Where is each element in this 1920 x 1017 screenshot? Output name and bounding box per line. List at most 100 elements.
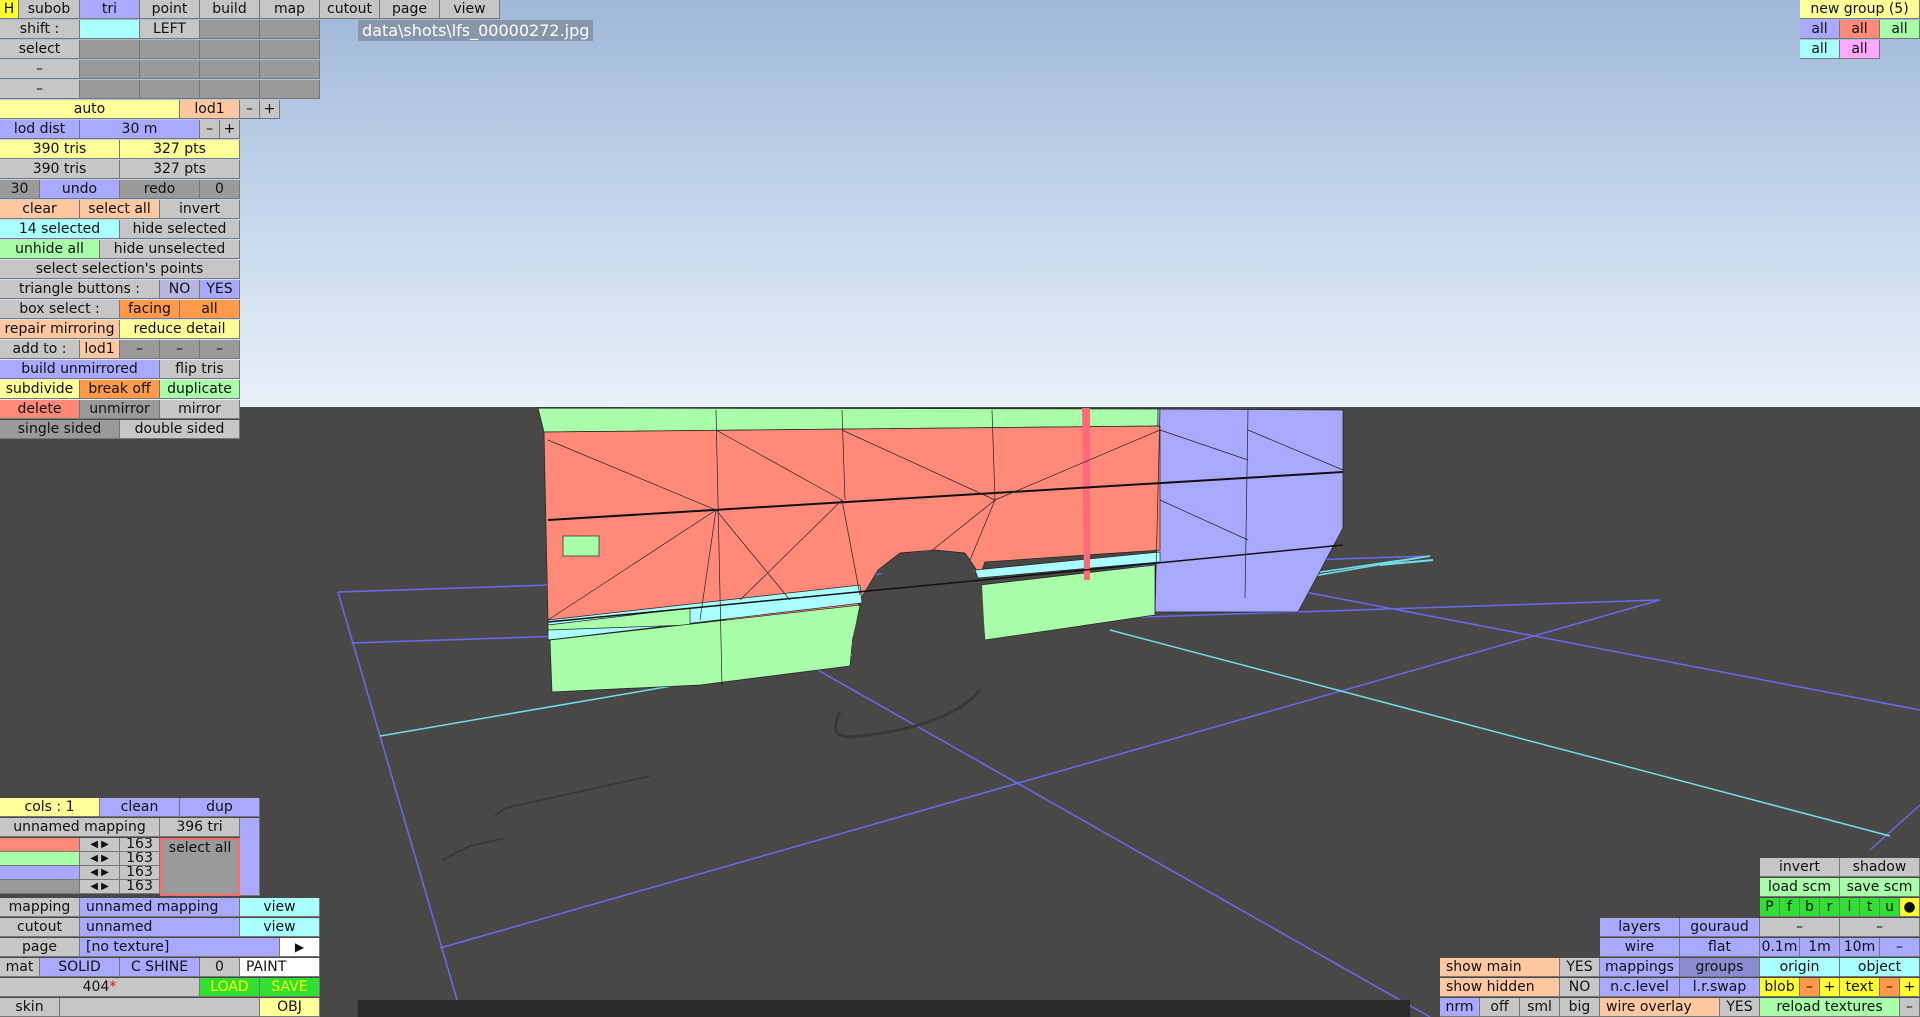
shift-left-button[interactable]: LEFT (140, 20, 200, 39)
row-dash-label[interactable]: – (0, 60, 80, 79)
select-slot-3[interactable] (200, 40, 260, 59)
page-value[interactable]: [no texture] (80, 938, 280, 957)
blob-plus-button[interactable]: + (1820, 978, 1840, 997)
play-icon[interactable]: ▶ (280, 938, 320, 957)
row-slot[interactable] (80, 60, 140, 79)
tab-cutout[interactable]: cutout (320, 0, 380, 19)
view-letter-l[interactable]: l (1840, 898, 1860, 917)
cutout-value[interactable]: unnamed (80, 918, 240, 937)
color-arrows[interactable]: ◀ ▶ (80, 852, 120, 866)
shift-slot-3[interactable] (200, 20, 260, 39)
row-slot[interactable] (140, 60, 200, 79)
skin-value[interactable] (60, 998, 260, 1017)
cutout-view-button[interactable]: view (240, 918, 320, 937)
tab-map[interactable]: map (260, 0, 320, 19)
normals-off-button[interactable]: off (1480, 998, 1520, 1017)
grid-10m-button[interactable]: 10m (1840, 938, 1880, 957)
flip-tris-button[interactable]: flip tris (160, 360, 240, 379)
lod-auto-button[interactable]: auto (0, 100, 180, 119)
grid-1m-button[interactable]: 1m (1800, 938, 1840, 957)
load-scm-button[interactable]: load scm (1760, 878, 1840, 897)
box-select-all[interactable]: all (180, 300, 240, 319)
select-label[interactable]: select (0, 40, 80, 59)
flat-button[interactable]: flat (1680, 938, 1760, 957)
object-button[interactable]: object (1840, 958, 1920, 977)
normals-sml-button[interactable]: sml (1520, 998, 1560, 1017)
obj-button[interactable]: OBJ (260, 998, 320, 1017)
unhide-all-button[interactable]: unhide all (0, 240, 100, 259)
triangle-buttons-no[interactable]: NO (160, 280, 200, 299)
undo-button[interactable]: undo (40, 180, 120, 199)
shift-slot-1[interactable] (80, 20, 140, 39)
group-all-blue[interactable]: all (1800, 20, 1840, 39)
dash-button[interactable]: – (1760, 918, 1840, 937)
paint-button[interactable]: PAINT (240, 958, 320, 977)
mapping-select-all-button[interactable]: select all (160, 838, 240, 896)
help-button[interactable]: H (0, 0, 19, 19)
layers-button[interactable]: layers (1600, 918, 1680, 937)
load-button[interactable]: LOAD (200, 978, 260, 997)
add-to-slot[interactable]: – (200, 340, 240, 359)
wire-overlay-yes[interactable]: YES (1720, 998, 1760, 1017)
view-letter-b[interactable]: b (1800, 898, 1820, 917)
new-group-button[interactable]: new group (5) (1800, 0, 1920, 19)
select-all-button[interactable]: select all (80, 200, 160, 219)
grid-0.1m-button[interactable]: 0.1m (1760, 938, 1800, 957)
select-slot-1[interactable] (80, 40, 140, 59)
mat-solid-button[interactable]: SOLID (40, 958, 120, 977)
blob-minus-button[interactable]: – (1800, 978, 1820, 997)
lod-plus-button[interactable]: + (260, 100, 280, 119)
lod-dist-value[interactable]: 30 m (80, 120, 200, 139)
clean-button[interactable]: clean (100, 798, 180, 817)
group-all-pink[interactable]: all (1840, 40, 1880, 59)
reload-minus-button[interactable]: – (1900, 998, 1920, 1017)
show-hidden-button[interactable]: show hidden (1440, 978, 1560, 997)
row-slot[interactable] (200, 60, 260, 79)
normals-big-button[interactable]: big (1560, 998, 1600, 1017)
show-main-yes[interactable]: YES (1560, 958, 1600, 977)
save-scm-button[interactable]: save scm (1840, 878, 1920, 897)
add-to-slot[interactable]: – (120, 340, 160, 359)
select-slot-2[interactable] (140, 40, 200, 59)
tab-view[interactable]: view (440, 0, 500, 19)
lod-dist-minus-button[interactable]: – (200, 120, 220, 139)
tab-point[interactable]: point (140, 0, 200, 19)
tab-tri[interactable]: tri (80, 0, 140, 19)
view-invert-button[interactable]: invert (1760, 858, 1840, 877)
row-slot[interactable] (80, 80, 140, 99)
mapping-scrollbar[interactable] (240, 818, 260, 896)
select-slot-4[interactable] (260, 40, 320, 59)
mapping-value[interactable]: unnamed mapping (80, 898, 240, 917)
show-hidden-no[interactable]: NO (1560, 978, 1600, 997)
shadow-button[interactable]: shadow (1840, 858, 1920, 877)
view-letter-t[interactable]: t (1860, 898, 1880, 917)
add-to-lod1[interactable]: lod1 (80, 340, 120, 359)
nc-level-button[interactable]: n.c.level (1600, 978, 1680, 997)
lr-swap-button[interactable]: l.r.swap (1680, 978, 1760, 997)
delete-button[interactable]: delete (0, 400, 80, 419)
color-swatch-green[interactable] (0, 852, 80, 866)
wire-overlay-button[interactable]: wire overlay (1600, 998, 1720, 1017)
tab-page[interactable]: page (380, 0, 440, 19)
color-arrows[interactable]: ◀ ▶ (80, 838, 120, 852)
blob-button[interactable]: blob (1760, 978, 1800, 997)
single-sided-button[interactable]: single sided (0, 420, 120, 439)
view-letter-p[interactable]: P (1760, 898, 1780, 917)
group-all-red[interactable]: all (1840, 20, 1880, 39)
row-slot[interactable] (260, 80, 320, 99)
groups-button[interactable]: groups (1680, 958, 1760, 977)
tab-build[interactable]: build (200, 0, 260, 19)
subdivide-button[interactable]: subdivide (0, 380, 80, 399)
hide-selected-button[interactable]: hide selected (120, 220, 240, 239)
add-to-slot[interactable]: – (160, 340, 200, 359)
row-slot[interactable] (200, 80, 260, 99)
select-selection-points-button[interactable]: select selection's points (0, 260, 240, 279)
show-main-button[interactable]: show main (1440, 958, 1560, 977)
normals-nrm-button[interactable]: nrm (1440, 998, 1480, 1017)
invert-button[interactable]: invert (160, 200, 240, 219)
lod-minus-button[interactable]: – (240, 100, 260, 119)
tab-subob[interactable]: subob (19, 0, 80, 19)
color-arrows[interactable]: ◀ ▶ (80, 880, 120, 894)
save-button[interactable]: SAVE (260, 978, 320, 997)
duplicate-button[interactable]: duplicate (160, 380, 240, 399)
